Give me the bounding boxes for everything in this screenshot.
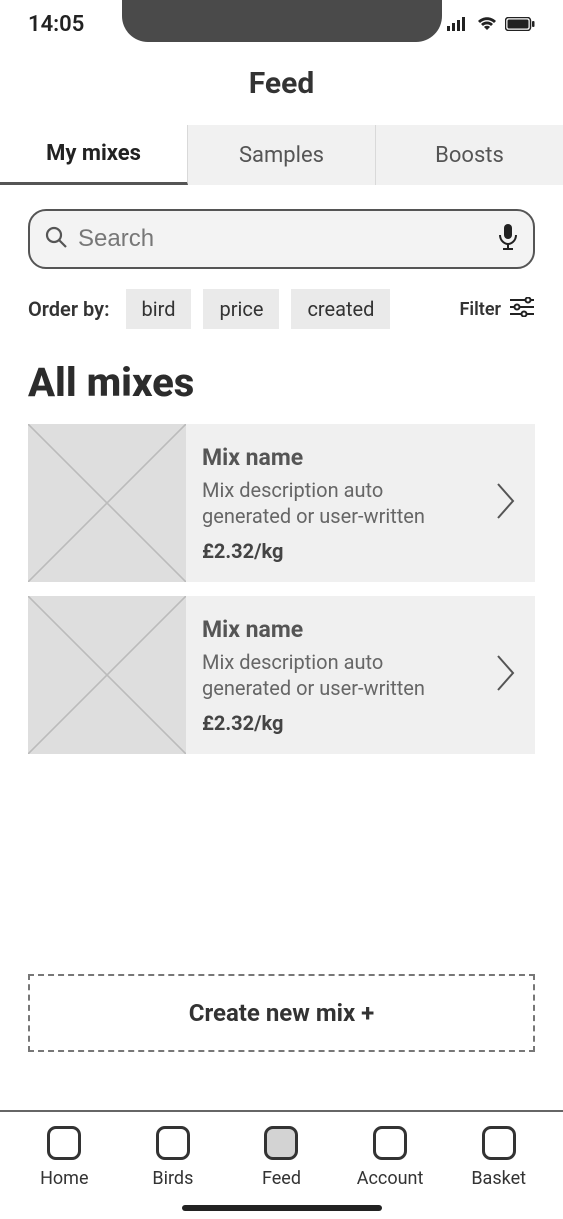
nav-home-icon: [47, 1126, 81, 1160]
tabs-bar: My mixes Samples Boosts: [0, 125, 563, 185]
status-indicators: [447, 17, 535, 31]
filter-button[interactable]: Filter: [460, 297, 535, 322]
order-chip-created[interactable]: created: [291, 289, 390, 329]
search-icon: [44, 225, 68, 253]
order-chip-bird[interactable]: bird: [126, 289, 192, 329]
nav-basket-label: Basket: [471, 1168, 526, 1189]
bottom-nav-container: Home Birds Feed Account Basket: [0, 1110, 563, 1219]
mix-description: Mix description auto generated or user-w…: [202, 477, 477, 529]
home-indicator[interactable]: [182, 1205, 382, 1211]
search-box[interactable]: [28, 209, 535, 269]
mix-name: Mix name: [202, 444, 477, 471]
status-bar: 14:05: [0, 0, 563, 48]
battery-icon: [505, 17, 535, 31]
tab-samples[interactable]: Samples: [188, 125, 376, 185]
nav-birds[interactable]: Birds: [123, 1126, 223, 1189]
mix-body: Mix name Mix description auto generated …: [186, 602, 487, 749]
create-new-mix-label: Create new mix +: [189, 999, 375, 1027]
mix-price: £2.32/kg: [202, 711, 477, 735]
filter-label: Filter: [460, 299, 501, 320]
search-container: [0, 185, 563, 283]
mix-description: Mix description auto generated or user-w…: [202, 649, 477, 701]
nav-account[interactable]: Account: [340, 1126, 440, 1189]
nav-birds-icon: [156, 1126, 190, 1160]
wifi-icon: [477, 17, 497, 31]
device-notch: [122, 0, 442, 42]
tab-boosts[interactable]: Boosts: [376, 125, 563, 185]
mix-card[interactable]: Mix name Mix description auto generated …: [28, 424, 535, 582]
nav-basket-icon: [482, 1126, 516, 1160]
chevron-right-icon: [487, 481, 535, 525]
status-time: 14:05: [28, 12, 84, 37]
nav-home-label: Home: [40, 1168, 88, 1189]
mic-icon[interactable]: [497, 223, 519, 255]
nav-feed[interactable]: Feed: [231, 1126, 331, 1189]
mix-list: Mix name Mix description auto generated …: [0, 424, 563, 754]
mix-thumbnail: [28, 424, 186, 582]
mix-price: £2.32/kg: [202, 539, 477, 563]
mix-body: Mix name Mix description auto generated …: [186, 430, 487, 577]
nav-account-icon: [373, 1126, 407, 1160]
sliders-icon: [509, 297, 535, 322]
nav-birds-label: Birds: [152, 1168, 193, 1189]
tab-my-mixes[interactable]: My mixes: [0, 125, 188, 185]
nav-home[interactable]: Home: [14, 1126, 114, 1189]
chevron-right-icon: [487, 653, 535, 697]
create-new-mix-button[interactable]: Create new mix +: [28, 974, 535, 1052]
mix-card[interactable]: Mix name Mix description auto generated …: [28, 596, 535, 754]
section-title-all-mixes: All mixes: [0, 349, 563, 424]
order-chip-price[interactable]: price: [203, 289, 279, 329]
page-title: Feed: [0, 48, 563, 125]
bottom-nav: Home Birds Feed Account Basket: [0, 1112, 563, 1195]
mix-name: Mix name: [202, 616, 477, 643]
search-input[interactable]: [78, 225, 497, 253]
nav-account-label: Account: [357, 1168, 424, 1189]
mix-thumbnail: [28, 596, 186, 754]
nav-feed-icon: [264, 1126, 298, 1160]
signal-icon: [447, 17, 469, 31]
nav-basket[interactable]: Basket: [449, 1126, 549, 1189]
order-by-label: Order by:: [28, 297, 110, 321]
order-filter-row: Order by: bird price created Filter: [0, 283, 563, 349]
nav-feed-label: Feed: [262, 1168, 301, 1189]
